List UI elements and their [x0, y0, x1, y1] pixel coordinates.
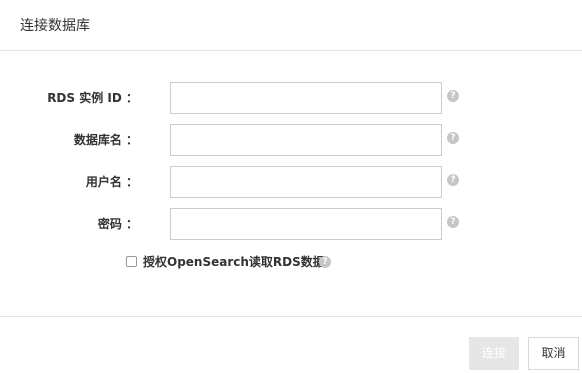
authorize-checkbox[interactable] [126, 256, 137, 267]
database-name-label: 数据库名 ： [73, 133, 138, 147]
connect-button[interactable]: 连接 [469, 337, 519, 370]
cancel-button[interactable]: 取消 [528, 337, 579, 370]
question-circle-icon[interactable]: ? [447, 132, 459, 144]
instance-id-label: RDS 实例 ID ： [47, 91, 138, 105]
form-row-username: 用户名 ： ? [0, 166, 582, 198]
form-row-password: 密码 ： ? [0, 208, 582, 240]
authorize-row: 授权OpenSearch读取RDS数据 ? [126, 254, 426, 272]
dialog-footer: 连接 取消 [0, 316, 582, 373]
question-circle-icon[interactable]: ? [447, 90, 459, 102]
form-row-instance-id: RDS 实例 ID ： ? [0, 82, 582, 114]
password-label: 密码 ： [97, 217, 138, 231]
password-input[interactable] [170, 208, 442, 240]
dialog-header: 连接数据库 [0, 0, 582, 51]
dialog-title: 连接数据库 [20, 18, 90, 34]
form-row-database-name: 数据库名 ： ? [0, 124, 582, 156]
username-label: 用户名 ： [85, 175, 138, 189]
instance-id-input[interactable] [170, 82, 442, 114]
question-circle-icon[interactable]: ? [447, 216, 459, 228]
question-circle-icon[interactable]: ? [447, 174, 459, 186]
connect-database-dialog: 连接数据库 RDS 实例 ID ： ? 数据库名 ： ? 用户名 ： ? 密码 … [0, 0, 582, 373]
database-name-input[interactable] [170, 124, 442, 156]
username-input[interactable] [170, 166, 442, 198]
question-circle-icon[interactable]: ? [319, 256, 331, 268]
authorize-label[interactable]: 授权OpenSearch读取RDS数据 [143, 254, 325, 270]
